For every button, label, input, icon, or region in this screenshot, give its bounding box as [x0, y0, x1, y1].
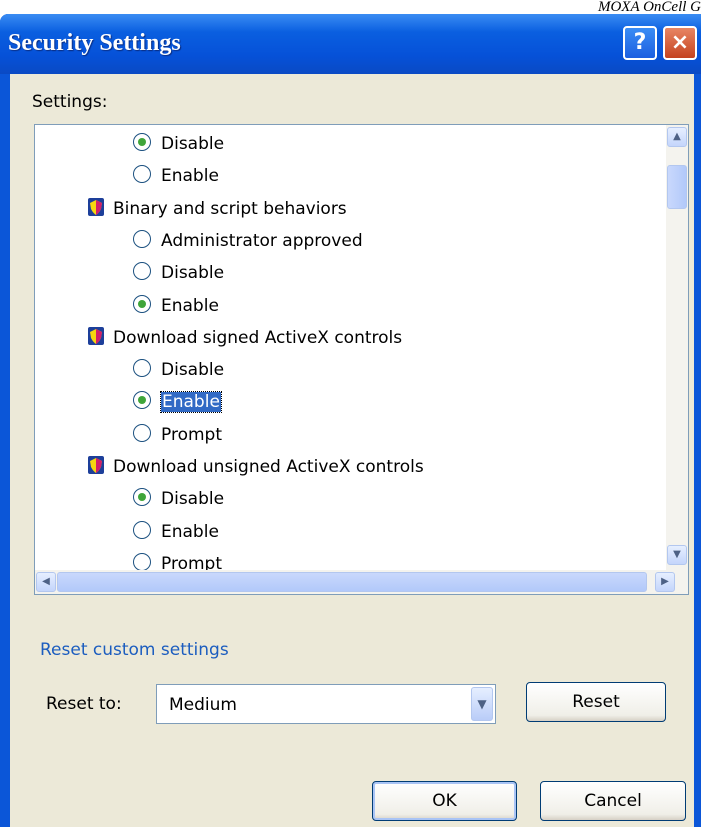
- page-header: MOXA OnCell G: [597, 0, 701, 15]
- close-button[interactable]: ×: [663, 26, 697, 60]
- security-shield-icon: [87, 197, 105, 217]
- settings-radio-option[interactable]: Disable: [133, 485, 224, 513]
- settings-row-label: Disable: [161, 263, 225, 284]
- settings-row-label: Enable: [161, 295, 219, 316]
- reset-level-select[interactable]: Medium ▼: [156, 684, 496, 724]
- settings-label: Settings:: [32, 92, 108, 112]
- settings-category[interactable]: Binary and script behaviors: [87, 195, 347, 223]
- settings-row-label: Enable: [160, 391, 222, 414]
- settings-row-label: Download unsigned ActiveX controls: [113, 457, 424, 477]
- vertical-scrollbar[interactable]: ▲ ▼: [666, 125, 688, 570]
- radio-unchecked-icon[interactable]: [133, 552, 151, 571]
- settings-row-label: Enable: [161, 166, 219, 187]
- dialog-title: Security Settings: [8, 30, 181, 56]
- settings-radio-option[interactable]: Disable: [133, 259, 224, 287]
- settings-radio-option[interactable]: Enable: [133, 162, 219, 190]
- settings-radio-option[interactable]: Enable: [133, 388, 222, 416]
- radio-unchecked-icon[interactable]: [133, 359, 151, 378]
- settings-row-label: Administrator approved: [161, 230, 363, 251]
- chevron-up-icon[interactable]: ▲: [667, 127, 687, 147]
- horizontal-scrollbar[interactable]: ◀ ▶: [35, 570, 688, 594]
- reset-to-label: Reset to:: [46, 694, 122, 714]
- security-settings-dialog: Security Settings ? × Settings: Disable E…: [0, 14, 701, 827]
- settings-list[interactable]: Disable Enable Binary and script behaviors…: [34, 124, 689, 595]
- security-shield-icon: [87, 455, 105, 475]
- settings-radio-option[interactable]: Administrator approved: [133, 227, 363, 255]
- chevron-left-icon[interactable]: ◀: [36, 572, 56, 592]
- radio-unchecked-icon[interactable]: [133, 520, 151, 539]
- settings-row-label: Disable: [161, 360, 225, 381]
- settings-row-label: Binary and script behaviors: [113, 198, 347, 219]
- settings-row-label: Disable: [161, 489, 225, 510]
- settings-radio-option[interactable]: Disable: [133, 130, 224, 158]
- radio-unchecked-icon[interactable]: [133, 262, 151, 281]
- ok-button[interactable]: OK: [372, 781, 517, 821]
- settings-radio-option[interactable]: Enable: [133, 292, 219, 320]
- help-button[interactable]: ?: [623, 26, 657, 60]
- settings-category[interactable]: Download signed ActiveX controls: [87, 324, 402, 352]
- reset-custom-settings-title: Reset custom settings: [40, 640, 229, 660]
- radio-checked-icon[interactable]: [133, 133, 151, 151]
- chevron-right-icon[interactable]: ▶: [655, 572, 675, 592]
- settings-row-label: Enable: [161, 521, 219, 542]
- radio-unchecked-icon[interactable]: [133, 229, 151, 248]
- radio-unchecked-icon[interactable]: [133, 423, 151, 442]
- dialog-body: Settings: Disable Enable Binary and script…: [10, 74, 694, 827]
- radio-checked-icon[interactable]: [133, 391, 151, 410]
- settings-row-label: Disable: [161, 134, 225, 154]
- settings-category[interactable]: Download unsigned ActiveX controls: [87, 453, 424, 481]
- radio-checked-icon[interactable]: [133, 488, 151, 507]
- settings-radio-option[interactable]: Disable: [133, 356, 224, 384]
- chevron-down-icon[interactable]: ▼: [471, 687, 493, 721]
- reset-button[interactable]: Reset: [526, 682, 666, 722]
- settings-row-label: Download signed ActiveX controls: [113, 327, 403, 348]
- vertical-scroll-thumb[interactable]: [667, 165, 687, 209]
- settings-row-label: Prompt: [161, 424, 222, 445]
- security-shield-icon: [87, 326, 105, 346]
- radio-unchecked-icon[interactable]: [133, 165, 151, 184]
- cancel-button[interactable]: Cancel: [540, 781, 686, 821]
- chevron-down-icon[interactable]: ▼: [667, 545, 687, 565]
- settings-radio-option[interactable]: Enable: [133, 518, 219, 546]
- horizontal-scroll-thumb[interactable]: [57, 572, 647, 592]
- radio-checked-icon[interactable]: [133, 294, 151, 313]
- reset-level-value: Medium: [169, 695, 237, 715]
- title-bar[interactable]: Security Settings ? ×: [0, 14, 701, 74]
- settings-radio-option[interactable]: Prompt: [133, 421, 222, 449]
